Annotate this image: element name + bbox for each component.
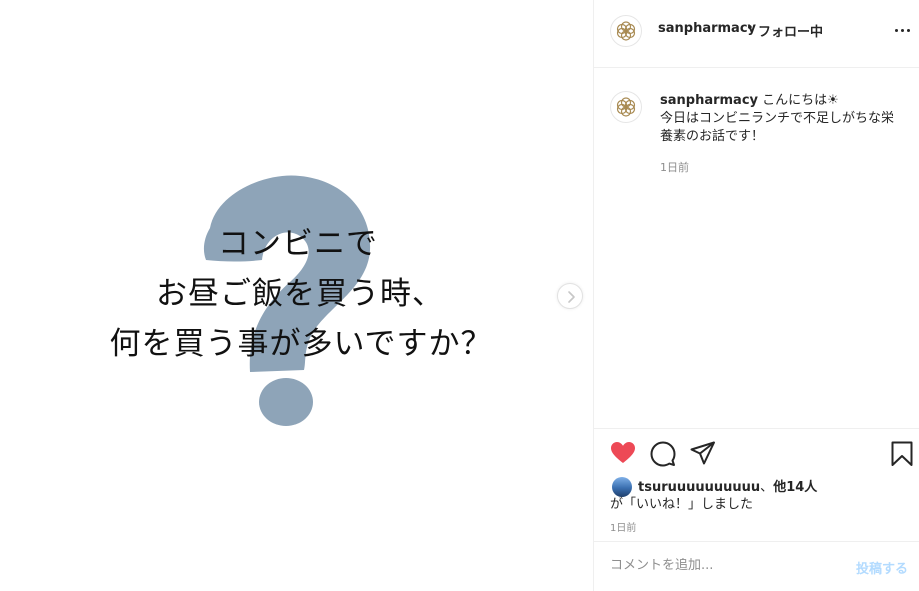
likes-others-count[interactable]: 他14人 xyxy=(773,480,817,495)
post-caption: sanpharmacy こんにちは☀ 今日はコンビニランチで不足しがちな栄養素の… xyxy=(660,92,905,146)
sun-emoji-icon: ☀ xyxy=(827,93,839,108)
comment-form: 投稿する xyxy=(594,541,919,591)
media-text-line1: コンビニで xyxy=(218,226,378,262)
media-text-line2: お昼ご飯を買う時、 xyxy=(156,276,444,312)
post-timestamp[interactable]: 1日前 xyxy=(610,519,636,534)
post-side-panel: sanpharmacy • フォロー中 sanpharmacy こんにちは☀ 今… xyxy=(593,0,919,591)
post-comment-button[interactable]: 投稿する xyxy=(856,558,908,577)
comment-input[interactable] xyxy=(610,558,830,573)
header-username[interactable]: sanpharmacy xyxy=(658,21,756,36)
share-button[interactable] xyxy=(690,441,716,469)
pharmacy-logo-icon xyxy=(616,97,636,117)
save-button[interactable] xyxy=(891,441,913,471)
comment-bubble-icon xyxy=(650,441,676,467)
follow-status-button[interactable]: フォロー中 xyxy=(758,21,823,40)
caption-avatar[interactable] xyxy=(610,91,642,123)
post-media[interactable]: コンビニで お昼ご飯を買う時、 何を買う事が多いですか？ xyxy=(0,0,593,591)
more-options-button[interactable] xyxy=(894,22,910,38)
caption-greeting: こんにちは xyxy=(762,93,828,108)
post-header: sanpharmacy • フォロー中 xyxy=(594,0,919,68)
media-text-line3: 何を買う事が多いですか？ xyxy=(109,326,493,362)
caption-timestamp[interactable]: 1日前 xyxy=(660,159,689,175)
bookmark-icon xyxy=(891,441,913,466)
likes-suffix: が「いいね！」しました xyxy=(610,497,754,512)
heart-filled-icon xyxy=(611,442,635,463)
account-avatar[interactable] xyxy=(610,15,642,47)
next-image-button[interactable] xyxy=(557,283,583,309)
likes-separator: 、 xyxy=(760,480,774,495)
header-separator: • xyxy=(746,21,754,36)
comment-button[interactable] xyxy=(650,441,676,471)
paper-plane-icon xyxy=(690,441,715,465)
caption-username[interactable]: sanpharmacy xyxy=(660,93,758,108)
chevron-right-icon xyxy=(568,291,575,303)
pharmacy-logo-icon xyxy=(616,21,636,41)
caption-body: 今日はコンビニランチで不足しがちな栄養素のお話です！ xyxy=(660,111,895,144)
like-button[interactable] xyxy=(610,441,636,469)
